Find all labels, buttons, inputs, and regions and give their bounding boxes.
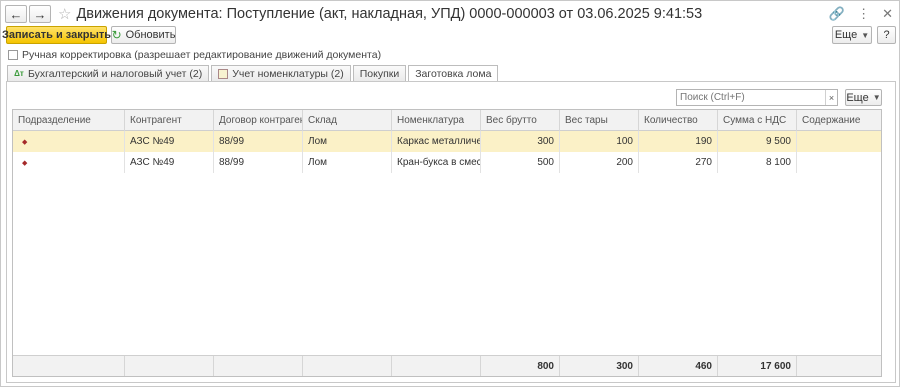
column-header[interactable]: Вес тары [560,110,639,131]
cell-warehouse: Лом [303,131,392,152]
total-quantity: 460 [639,356,718,376]
cell-quantity: 270 [639,152,718,173]
tab-purchases[interactable]: Покупки [352,65,407,82]
more-label: Еще [846,91,869,104]
document-movements-window: ← → ☆ Движения документа: Поступление (а… [0,0,900,387]
register-icon [218,69,229,79]
movements-table: Подразделение Контрагент Договор контраг… [12,109,882,377]
table-totals: 800 300 460 17 600 [13,355,881,376]
column-header[interactable]: Вес брутто [481,110,560,131]
table-row[interactable]: ◆ АЗС №49 88/99 Лом Каркас металличе... … [13,131,881,152]
column-header[interactable]: Номенклатура [392,110,481,131]
tab-bar: Δт Бухгалтерский и налоговый учет (2) Уч… [7,65,500,84]
cell-tare-weight: 200 [560,152,639,173]
cell-counterparty: АЗС №49 [125,152,214,173]
column-header[interactable]: Сумма с НДС [718,110,797,131]
column-header[interactable]: Количество [639,110,718,131]
cell-gross-weight: 500 [481,152,560,173]
tab-label: Бухгалтерский и налоговый учет (2) [28,68,203,80]
cell-contract: 88/99 [214,152,303,173]
cell-gross-weight: 300 [481,131,560,152]
page-title: Движения документа: Поступление (акт, на… [76,6,703,22]
cell-quantity: 190 [639,131,718,152]
table-row[interactable]: ◆ АЗС №49 88/99 Лом Кран-букса в смес...… [13,152,881,173]
toolbar: Записать и закрыть ↻ Обновить Еще ▼ ? [2,26,896,46]
link-icon[interactable]: 🔗 [829,6,845,22]
more-label: Еще [834,29,858,41]
tab-label: Покупки [359,68,400,80]
refresh-icon: ↻ [111,28,122,42]
total-amount-vat: 17 600 [718,356,797,376]
cell-amount-vat: 8 100 [718,152,797,173]
total-gross-weight: 800 [481,356,560,376]
forward-button[interactable]: → [29,5,51,23]
cell-nomenclature: Кран-букса в смес... [392,152,481,173]
manual-correction-label: Ручная корректировка (разрешает редактир… [22,49,382,61]
more-vertical-icon[interactable]: ⋮ [857,6,870,22]
manual-correction-checkbox[interactable] [8,50,18,60]
cell-content [797,152,871,173]
tab-nomenclature[interactable]: Учет номенклатуры (2) [211,65,351,82]
column-header[interactable]: Склад [303,110,392,131]
chevron-down-icon: ▼ [872,93,881,102]
cell-amount-vat: 9 500 [718,131,797,152]
search-box[interactable]: × [676,89,838,106]
tab-scrap-procurement[interactable]: Заготовка лома [408,65,499,84]
arrow-right-icon: → [33,6,47,22]
cell-nomenclature: Каркас металличе... [392,131,481,152]
column-header[interactable]: Содержание [797,110,871,131]
title-bar: ← → ☆ Движения документа: Поступление (а… [5,3,897,25]
tab-label: Учет номенклатуры (2) [232,68,344,80]
tab-accounting[interactable]: Δт Бухгалтерский и налоговый учет (2) [7,65,210,82]
grid-more-button[interactable]: Еще ▼ [845,89,882,106]
tab-label: Заготовка лома [415,68,492,80]
more-button[interactable]: Еще ▼ [832,26,872,44]
refresh-label: Обновить [125,29,176,41]
accounting-icon: Δт [14,69,24,78]
row-marker-icon: ◆ [22,139,28,146]
cell-contract: 88/99 [214,131,303,152]
refresh-button[interactable]: ↻ Обновить [111,26,176,44]
row-marker-icon: ◆ [22,160,28,167]
column-header[interactable]: Подразделение [13,110,125,131]
cell-content [797,131,871,152]
column-header[interactable]: Договор контрагента [214,110,303,131]
search-input[interactable] [677,90,825,105]
arrow-left-icon: ← [9,6,23,22]
chevron-down-icon: ▼ [861,30,870,40]
cell-tare-weight: 100 [560,131,639,152]
column-header[interactable]: Контрагент [125,110,214,131]
save-and-close-button[interactable]: Записать и закрыть [2,26,111,44]
star-icon[interactable]: ☆ [58,5,71,23]
cell-counterparty: АЗС №49 [125,131,214,152]
cell-warehouse: Лом [303,152,392,173]
total-tare-weight: 300 [560,356,639,376]
table-header: Подразделение Контрагент Договор контраг… [13,110,881,131]
back-button[interactable]: ← [5,5,27,23]
help-button[interactable]: ? [877,26,896,44]
clear-icon[interactable]: × [825,90,837,105]
close-icon[interactable]: ✕ [882,6,893,22]
manual-correction-row: Ручная корректировка (разрешает редактир… [8,49,381,61]
